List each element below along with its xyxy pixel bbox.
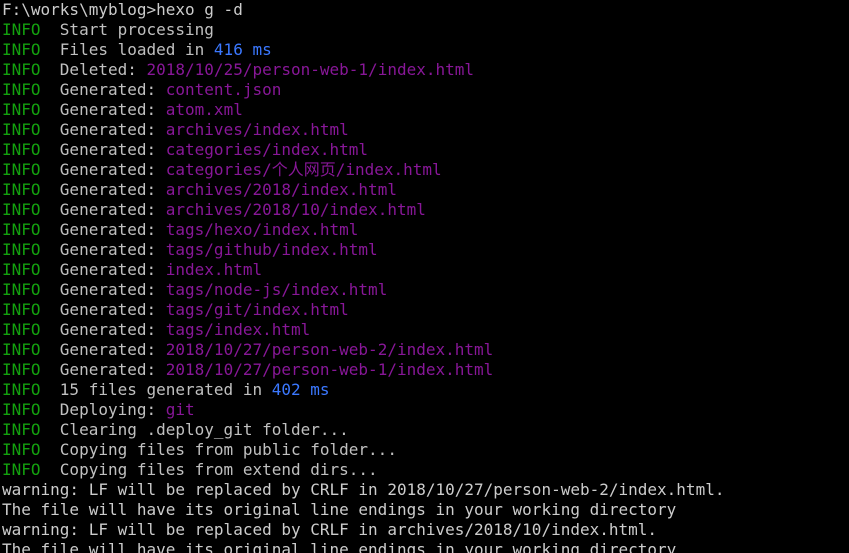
log-level: INFO [2, 160, 41, 179]
log-level: INFO [2, 400, 41, 419]
log-text: Generated: [40, 160, 166, 179]
log-level: INFO [2, 440, 41, 459]
log-level: INFO [2, 260, 41, 279]
log-line: The file will have its original line end… [2, 540, 849, 553]
log-line: warning: LF will be replaced by CRLF in … [2, 480, 849, 500]
log-path: archives/2018/10/index.html [165, 200, 426, 219]
log-level: INFO [2, 420, 41, 439]
log-text: Clearing .deploy_git folder... [40, 420, 349, 439]
log-line: INFO Deleted: 2018/10/25/person-web-1/in… [2, 60, 849, 80]
log-text: Generated: [40, 80, 166, 99]
log-line: INFO Start processing [2, 20, 849, 40]
log-path: content.json [165, 80, 282, 99]
log-level: INFO [2, 300, 41, 319]
log-level: INFO [2, 220, 41, 239]
log-text: Generated: [40, 100, 166, 119]
log-text: Generated: [40, 240, 166, 259]
terminal-window[interactable]: F:\works\myblog>hexo g -d INFO Start pro… [0, 0, 849, 553]
log-level: INFO [2, 380, 41, 399]
log-line: warning: LF will be replaced by CRLF in … [2, 520, 849, 540]
log-line: INFO Generated: categories/index.html [2, 140, 849, 160]
log-path: 2018/10/27/person-web-1/index.html [165, 360, 494, 379]
log-text: Generated: [40, 320, 166, 339]
log-line: INFO Copying files from extend dirs... [2, 460, 849, 480]
log-line: INFO Generated: archives/index.html [2, 120, 849, 140]
log-text: Start processing [40, 20, 214, 39]
log-text: Files loaded in [40, 40, 214, 59]
log-text: Deleted: [40, 60, 147, 79]
log-line: INFO Generated: index.html [2, 260, 849, 280]
log-text: Generated: [40, 280, 166, 299]
log-path: 2018/10/25/person-web-1/index.html [146, 60, 475, 79]
log-path: categories/index.html [165, 140, 369, 159]
log-line: INFO Deploying: git [2, 400, 849, 420]
log-level: INFO [2, 200, 41, 219]
log-text: Generated: [40, 360, 166, 379]
log-path: tags/git/index.html [165, 300, 349, 319]
log-path: index.html [165, 260, 263, 279]
log-text: Generated: [40, 120, 166, 139]
log-path: atom.xml [165, 100, 243, 119]
log-level: INFO [2, 20, 41, 39]
log-level: INFO [2, 320, 41, 339]
log-path: tags/hexo/index.html [165, 220, 359, 239]
command-prompt: F:\works\myblog>hexo g -d [2, 0, 243, 19]
log-path: tags/node-js/index.html [165, 280, 388, 299]
log-line: INFO Generated: 2018/10/27/person-web-1/… [2, 360, 849, 380]
terminal-output: INFO Start processing INFO Files loaded i… [2, 20, 849, 553]
log-number: 402 ms [271, 380, 330, 399]
log-line: INFO Generated: tags/git/index.html [2, 300, 849, 320]
log-text: Generated: [40, 340, 166, 359]
log-line: INFO Generated: tags/hexo/index.html [2, 220, 849, 240]
log-level: INFO [2, 340, 41, 359]
log-text: Generated: [40, 300, 166, 319]
log-line: INFO Generated: content.json [2, 80, 849, 100]
log-line: INFO 15 files generated in 402 ms [2, 380, 849, 400]
log-level: INFO [2, 280, 41, 299]
log-text: The file will have its original line end… [2, 540, 677, 553]
log-level: INFO [2, 100, 41, 119]
log-path: archives/2018/index.html [165, 180, 397, 199]
log-level: INFO [2, 180, 41, 199]
log-level: INFO [2, 60, 41, 79]
log-line: INFO Generated: atom.xml [2, 100, 849, 120]
log-path: categories/个人网页/index.html [165, 160, 442, 179]
log-line: The file will have its original line end… [2, 500, 849, 520]
log-line: INFO Generated: tags/node-js/index.html [2, 280, 849, 300]
log-path: tags/github/index.html [165, 240, 378, 259]
log-line: INFO Generated: archives/2018/index.html [2, 180, 849, 200]
log-line: INFO Generated: tags/github/index.html [2, 240, 849, 260]
log-text: warning: LF will be replaced by CRLF in … [2, 480, 725, 499]
log-line: INFO Files loaded in 416 ms [2, 40, 849, 60]
log-text: warning: LF will be replaced by CRLF in … [2, 520, 658, 539]
log-text: The file will have its original line end… [2, 500, 677, 519]
log-text: Generated: [40, 260, 166, 279]
log-line: INFO Generated: tags/index.html [2, 320, 849, 340]
log-level: INFO [2, 40, 41, 59]
log-level: INFO [2, 240, 41, 259]
log-line: INFO Generated: categories/个人网页/index.ht… [2, 160, 849, 180]
log-text: Copying files from extend dirs... [40, 460, 378, 479]
log-path: 2018/10/27/person-web-2/index.html [165, 340, 494, 359]
log-line: INFO Copying files from public folder... [2, 440, 849, 460]
log-text: Deploying: [40, 400, 166, 419]
log-text: Copying files from public folder... [40, 440, 397, 459]
log-level: INFO [2, 80, 41, 99]
log-level: INFO [2, 120, 41, 139]
log-level: INFO [2, 360, 41, 379]
log-text: Generated: [40, 220, 166, 239]
log-path: git [165, 400, 195, 419]
log-text: 15 files generated in [40, 380, 272, 399]
log-line: INFO Clearing .deploy_git folder... [2, 420, 849, 440]
log-path: archives/index.html [165, 120, 349, 139]
log-number: 416 ms [213, 40, 272, 59]
log-level: INFO [2, 140, 41, 159]
log-text: Generated: [40, 200, 166, 219]
log-level: INFO [2, 460, 41, 479]
log-text: Generated: [40, 180, 166, 199]
log-text: Generated: [40, 140, 166, 159]
log-line: INFO Generated: archives/2018/10/index.h… [2, 200, 849, 220]
log-path: tags/index.html [165, 320, 311, 339]
log-line: INFO Generated: 2018/10/27/person-web-2/… [2, 340, 849, 360]
